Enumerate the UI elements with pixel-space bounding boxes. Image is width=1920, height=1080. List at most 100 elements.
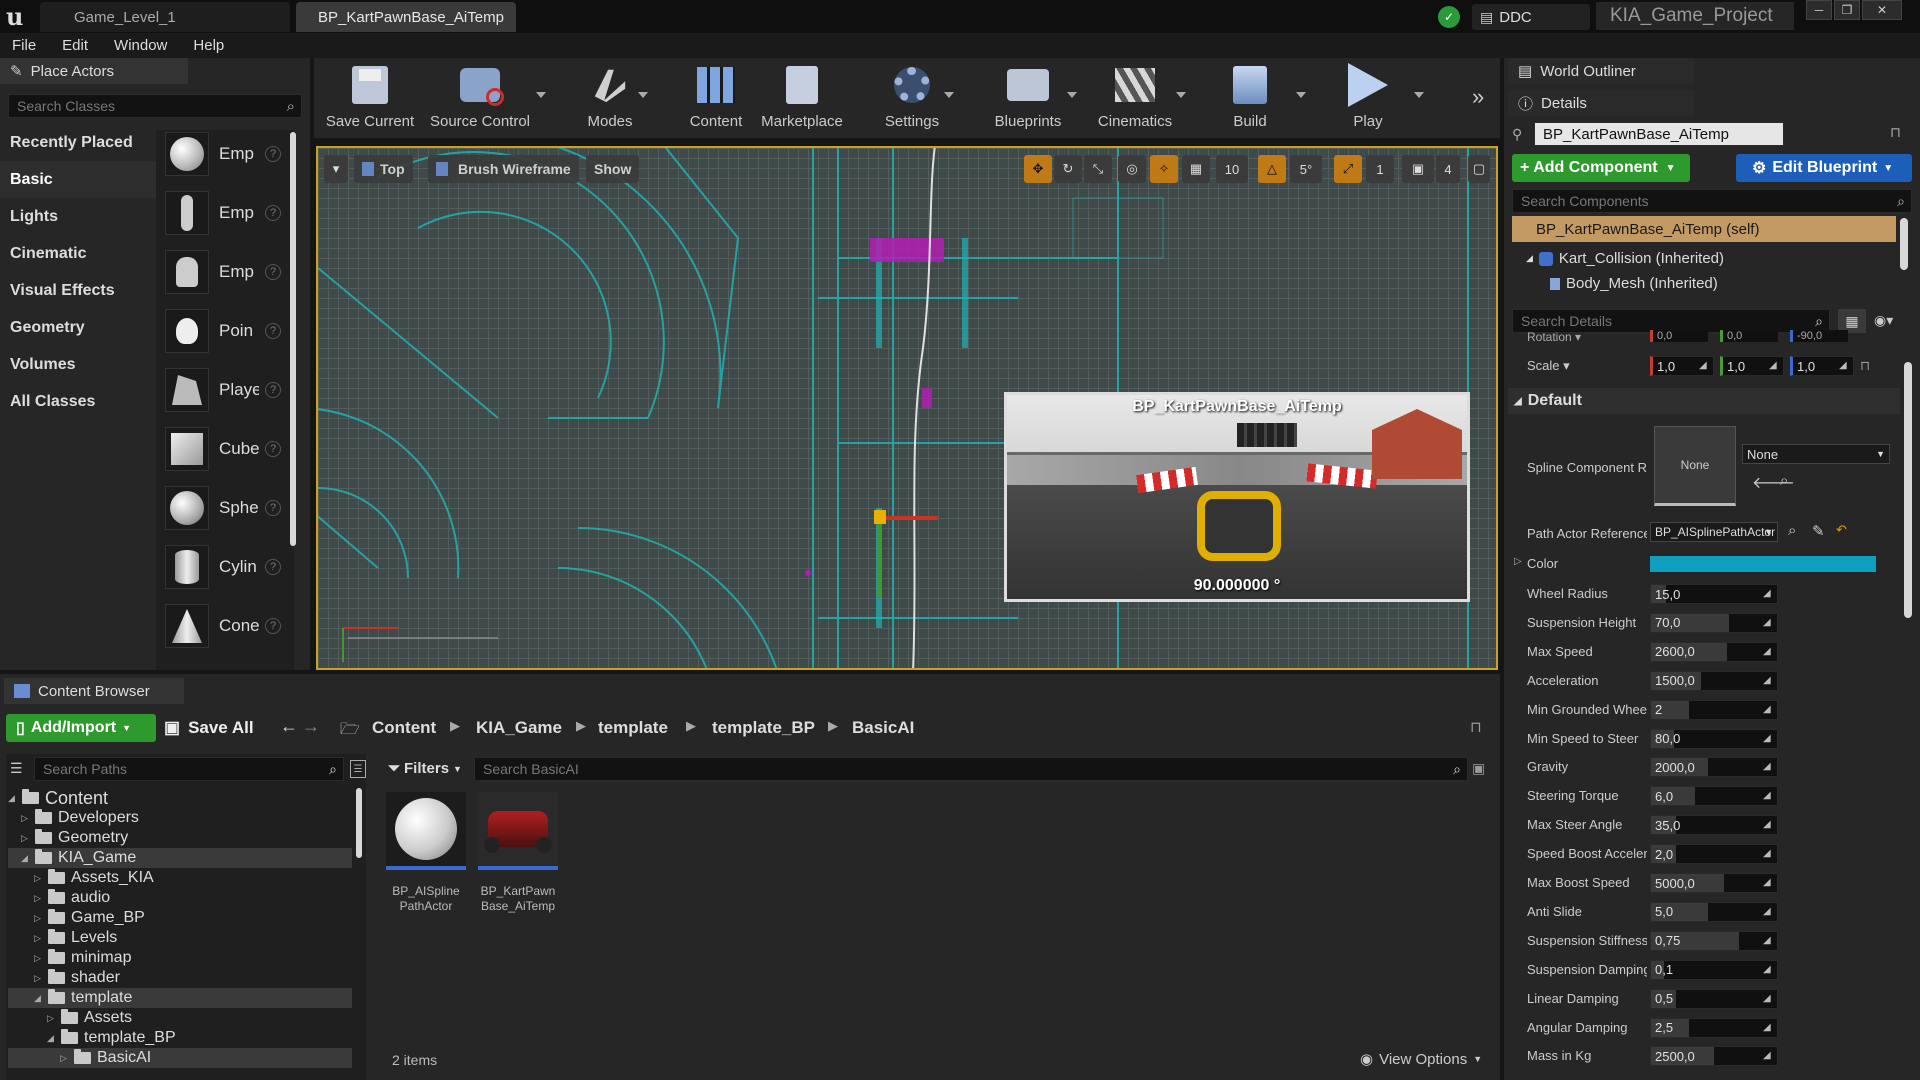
blueprints-dropdown-arrow[interactable] (1067, 92, 1077, 98)
maximize-viewport-icon[interactable]: ▢ (1468, 155, 1490, 183)
folder-tree-item[interactable]: ▷ Developers (8, 808, 352, 828)
blueprints-button[interactable]: Blueprints (980, 62, 1076, 134)
scale-snap-value[interactable]: 1 (1366, 155, 1394, 183)
expand-arrow-icon[interactable]: ▷ (34, 933, 44, 944)
category-volumes[interactable]: Volumes (0, 346, 156, 383)
actor-sphere[interactable]: Sphe? (165, 482, 285, 534)
browse-search-icon[interactable]: ⌕ (1780, 472, 1788, 489)
play-dropdown-arrow[interactable] (1414, 92, 1424, 98)
camera-speed-icon[interactable]: ▣ (1402, 155, 1434, 183)
view-options-icon[interactable]: ☰ (350, 760, 366, 778)
rotation-snap-value[interactable]: 5° (1290, 155, 1322, 183)
view-options-button[interactable]: ◉ View Options ▼ (1360, 1050, 1482, 1069)
spline-thumbnail[interactable]: None (1654, 426, 1736, 506)
property-value-field[interactable]: 0,1 ◢ (1650, 959, 1778, 980)
lock-icon[interactable]: ⊓ (1890, 124, 1901, 141)
filters-button[interactable]: ⏷ Filters ▼ (388, 760, 462, 777)
actor-cylinder[interactable]: Cylin? (165, 541, 285, 593)
camera-speed-value[interactable]: 4 (1436, 155, 1460, 183)
modes-button[interactable]: Modes (570, 62, 650, 134)
actor-name-input[interactable]: BP_KartPawnBase_AiTemp (1534, 122, 1784, 146)
actor-empty-character[interactable]: Emp? (165, 187, 285, 239)
collapse-arrow-icon[interactable]: ◢ (34, 993, 44, 1004)
expand-arrow-icon[interactable]: ▷ (34, 893, 44, 904)
property-value-field[interactable]: 0,5 ◢ (1650, 988, 1778, 1009)
category-geometry[interactable]: Geometry (0, 309, 156, 346)
menu-file[interactable]: File (12, 37, 36, 54)
source-control-status-icon[interactable]: ✓ (1438, 6, 1460, 28)
viewport-options-dropdown[interactable]: ▾ (324, 155, 348, 183)
marketplace-button[interactable]: Marketplace (752, 62, 852, 134)
add-component-button[interactable]: + Add Component ▼ (1512, 154, 1690, 182)
play-button[interactable]: Play (1330, 62, 1406, 134)
source-control-button[interactable]: Source Control (424, 62, 536, 134)
property-value-field[interactable]: 15,0 ◢ (1650, 584, 1778, 604)
folder-tree-item[interactable]: ▷ audio (8, 888, 352, 908)
ddc-button[interactable]: ▤ DDC (1472, 4, 1590, 30)
actor-cone[interactable]: Cone? (165, 600, 285, 652)
expand-arrow-icon[interactable]: ▷ (21, 813, 31, 824)
scale-icon[interactable]: ⤡ (1084, 155, 1112, 183)
property-value-field[interactable]: 1500,0 ◢ (1650, 670, 1778, 691)
save-all-button[interactable]: ▣ Save All (164, 718, 254, 738)
actor-cube[interactable]: Cube? (165, 423, 285, 475)
folder-tree-item[interactable]: ▷ Assets_KIA (8, 868, 352, 888)
breadcrumb-template[interactable]: template (598, 718, 668, 738)
default-section-header[interactable]: ◢ Default (1508, 388, 1900, 414)
settings-button[interactable]: Settings (870, 62, 954, 134)
surface-snap-icon[interactable]: ✧ (1150, 155, 1178, 183)
view-top-button[interactable]: Top (354, 155, 413, 183)
help-icon[interactable]: ? (265, 441, 281, 457)
category-basic[interactable]: Basic (0, 161, 156, 198)
edit-blueprint-button[interactable]: ⚙ Edit Blueprint ▼ (1736, 154, 1912, 182)
actor-list-scrollbar[interactable] (290, 132, 296, 546)
folder-tree-item[interactable]: ◢ Content (8, 788, 352, 808)
property-value-field[interactable]: 2,5 ◢ (1650, 1017, 1778, 1038)
build-dropdown-arrow[interactable] (1296, 92, 1306, 98)
category-all-classes[interactable]: All Classes (0, 383, 156, 420)
toolbar-overflow-icon[interactable]: » (1472, 84, 1484, 110)
reset-to-default-icon[interactable]: ↶ (1836, 522, 1847, 538)
expand-arrow-icon[interactable]: ▷ (34, 953, 44, 964)
property-value-field[interactable]: 2,0 ◢ (1650, 844, 1778, 865)
restore-button[interactable]: ❐ (1834, 0, 1860, 20)
grid-snap-value[interactable]: 10 (1216, 155, 1248, 183)
tab-blueprint[interactable]: BP_KartPawnBase_AiTemp (296, 2, 516, 32)
help-icon[interactable]: ? (265, 500, 281, 516)
folder-tree-item[interactable]: ▷ Game_BP (8, 908, 352, 928)
search-components-input[interactable]: Search Components ⌕ (1512, 189, 1912, 213)
back-arrow-icon[interactable]: ← (280, 716, 298, 737)
close-button[interactable]: ✕ (1862, 0, 1902, 20)
breadcrumb-separator-icon[interactable]: ▶ (686, 718, 696, 734)
actor-point-light[interactable]: Poin? (165, 305, 285, 357)
menu-help[interactable]: Help (193, 37, 224, 54)
category-visual-effects[interactable]: Visual Effects (0, 272, 156, 309)
expand-arrow-icon[interactable]: ▷ (60, 1053, 70, 1064)
search-assets-input[interactable]: Search BasicAI ⌕ (474, 757, 1468, 781)
property-value-field[interactable]: 2000,0 ◢ (1650, 757, 1778, 778)
help-icon[interactable]: ? (265, 559, 281, 575)
collapse-sources-icon[interactable]: ☰ (10, 760, 23, 777)
actor-player-start[interactable]: Playe? (165, 364, 285, 416)
place-actors-tab[interactable]: ✎ Place Actors (0, 58, 188, 84)
category-recently-placed[interactable]: Recently Placed (0, 124, 156, 161)
add-import-button[interactable]: ▯ Add/Import ▼ (6, 714, 156, 742)
cinematics-dropdown-arrow[interactable] (1176, 92, 1186, 98)
tab-game-level[interactable]: Game_Level_1 (40, 2, 290, 32)
expand-arrow-icon[interactable]: ▷ (47, 1013, 57, 1024)
rotation-z-field[interactable]: -90,0 (1790, 330, 1848, 342)
world-space-icon[interactable]: ◎ (1118, 155, 1146, 183)
scale-x-field[interactable]: 1,0 ◢ (1650, 356, 1714, 376)
expand-arrow-icon[interactable]: ▷ (21, 833, 31, 844)
breadcrumb-basicai[interactable]: BasicAI (852, 718, 914, 738)
source-control-dropdown-arrow[interactable] (536, 92, 546, 98)
menu-window[interactable]: Window (114, 37, 167, 54)
folder-tree-item[interactable]: ◢ template_BP (8, 1028, 352, 1048)
content-button[interactable]: Content (676, 62, 756, 134)
help-icon[interactable]: ? (265, 618, 281, 634)
rotation-x-field[interactable]: 0,0 (1650, 330, 1708, 342)
asset-tile-spline-path[interactable] (386, 792, 466, 870)
collapse-arrow-icon[interactable]: ◢ (8, 793, 18, 804)
expand-arrow-icon[interactable]: ▷ (34, 973, 44, 984)
help-icon[interactable]: ? (265, 382, 281, 398)
